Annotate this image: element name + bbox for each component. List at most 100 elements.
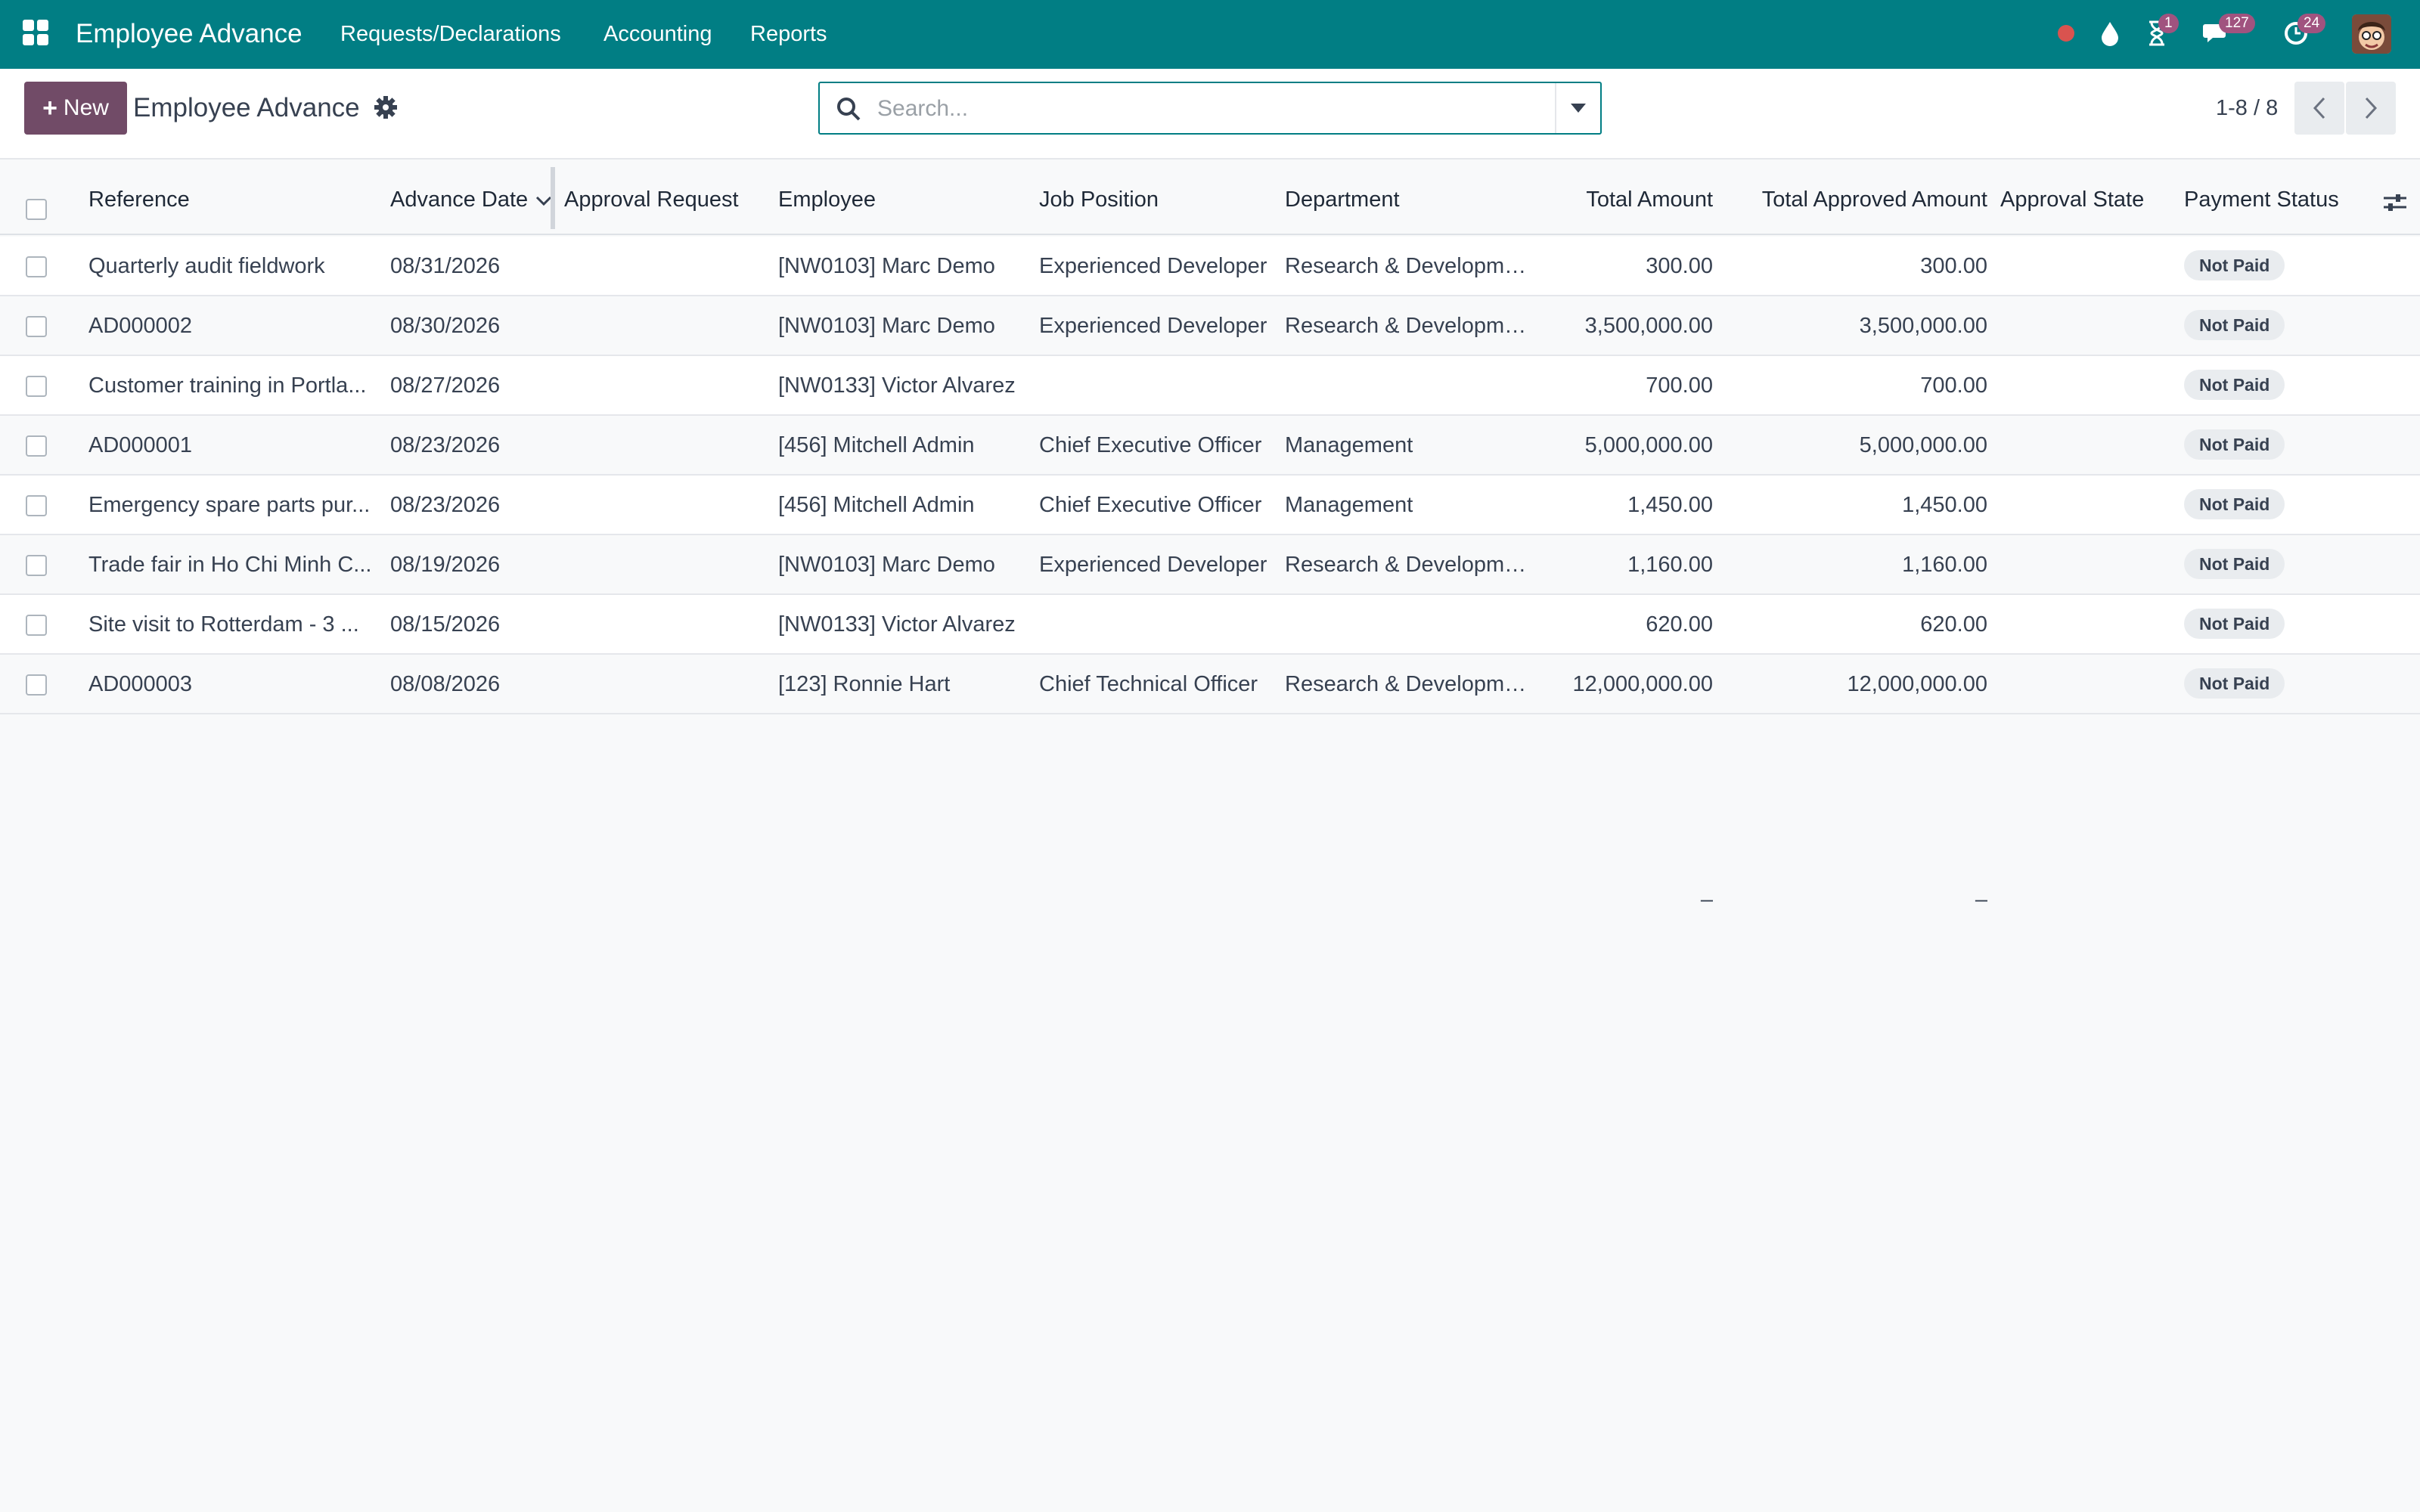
sort-chevron-down-icon bbox=[536, 196, 552, 206]
cell-employee: [NW0103] Marc Demo bbox=[778, 254, 995, 278]
cell-job-position: Chief Executive Officer bbox=[1039, 433, 1262, 457]
payment-status-badge: Not Paid bbox=[2184, 549, 2285, 579]
pager-value[interactable]: 1-8 / 8 bbox=[2216, 94, 2278, 122]
column-header-reference[interactable]: Reference bbox=[88, 185, 190, 214]
cell-reference: Customer training in Portla... bbox=[88, 373, 367, 398]
row-checkbox[interactable] bbox=[26, 495, 47, 516]
cell-department: Research & Development bbox=[1285, 553, 1534, 577]
cell-reference: Site visit to Rotterdam - 3 ... bbox=[88, 612, 359, 637]
cell-department: Management bbox=[1285, 433, 1413, 457]
cell-employee: [NW0103] Marc Demo bbox=[778, 553, 995, 577]
recording-dot-icon[interactable] bbox=[2051, 18, 2081, 48]
cell-advance-date: 08/23/2026 bbox=[390, 433, 501, 457]
payment-status-badge: Not Paid bbox=[2184, 250, 2285, 280]
table-row[interactable]: Trade fair in Ho Chi Minh C... 08/19/2026… bbox=[0, 535, 2420, 595]
table-row[interactable]: Emergency spare parts pur... 08/23/2026 [4… bbox=[0, 476, 2420, 535]
cell-advance-date: 08/08/2026 bbox=[390, 672, 501, 696]
column-header-employee[interactable]: Employee bbox=[778, 185, 876, 214]
cell-advance-date: 08/30/2026 bbox=[390, 314, 501, 338]
new-button[interactable]: + New bbox=[24, 82, 127, 135]
payment-status-badge: Not Paid bbox=[2184, 429, 2285, 460]
pager-next-button[interactable] bbox=[2346, 82, 2396, 135]
cell-advance-date: 08/15/2026 bbox=[390, 612, 501, 637]
column-header-job-position[interactable]: Job Position bbox=[1039, 185, 1159, 214]
payment-status-badge: Not Paid bbox=[2184, 489, 2285, 519]
cell-department: Research & Development bbox=[1285, 314, 1534, 338]
drop-icon[interactable] bbox=[2095, 18, 2125, 48]
cell-reference: AD000001 bbox=[88, 433, 193, 457]
search-icon bbox=[835, 95, 862, 122]
column-header-advance-date[interactable]: Advance Date bbox=[390, 185, 552, 214]
new-button-label: New bbox=[63, 95, 109, 120]
table-row[interactable]: AD000002 08/30/2026 [NW0103] Marc Demo Expe… bbox=[0, 296, 2420, 356]
search-bar bbox=[818, 82, 1602, 135]
column-header-approval-request[interactable]: Approval Request bbox=[564, 185, 739, 214]
row-checkbox[interactable] bbox=[26, 376, 47, 397]
cell-advance-date: 08/31/2026 bbox=[390, 254, 501, 278]
cell-total-approved-amount: 12,000,000.00 bbox=[1847, 672, 1987, 696]
cell-reference: Quarterly audit fieldwork bbox=[88, 254, 325, 278]
column-header-total-amount[interactable]: Total Amount bbox=[1497, 185, 1713, 214]
plus-icon: + bbox=[42, 93, 57, 122]
caret-down-icon bbox=[1571, 104, 1586, 113]
pager-previous-button[interactable] bbox=[2294, 82, 2344, 135]
table-row[interactable]: Customer training in Portla... 08/27/2026… bbox=[0, 356, 2420, 416]
cell-total-approved-amount: 5,000,000.00 bbox=[1859, 433, 1987, 457]
column-header-approval-state[interactable]: Approval State bbox=[2000, 185, 2144, 214]
cell-reference: Trade fair in Ho Chi Minh C... bbox=[88, 553, 372, 577]
cell-total-amount: 300.00 bbox=[1646, 254, 1713, 278]
cell-total-amount: 5,000,000.00 bbox=[1584, 433, 1713, 457]
updates-clock-icon[interactable]: 24 bbox=[2281, 14, 2326, 48]
table-row[interactable]: Quarterly audit fieldwork 08/31/2026 [NW01… bbox=[0, 237, 2420, 296]
cell-total-amount: 12,000,000.00 bbox=[1572, 672, 1713, 696]
cell-employee: [NW0133] Victor Alvarez bbox=[778, 373, 1016, 398]
top-navbar: Employee Advance Requests/Declarations A… bbox=[0, 0, 2420, 69]
cell-total-approved-amount: 1,160.00 bbox=[1902, 553, 1987, 577]
select-all-checkbox[interactable] bbox=[26, 199, 47, 220]
cell-total-amount: 1,160.00 bbox=[1627, 553, 1713, 577]
cell-total-amount: 3,500,000.00 bbox=[1584, 314, 1713, 338]
payment-status-badge: Not Paid bbox=[2184, 370, 2285, 400]
table-row[interactable]: AD000003 08/08/2026 [123] Ronnie Hart Chief… bbox=[0, 655, 2420, 714]
footer-total-approved-amount: – bbox=[1975, 888, 1987, 912]
table-row[interactable]: Site visit to Rotterdam - 3 ... 08/15/202… bbox=[0, 595, 2420, 655]
messages-badge: 127 bbox=[2219, 14, 2255, 33]
row-checkbox[interactable] bbox=[26, 316, 47, 337]
gear-icon[interactable] bbox=[374, 95, 398, 119]
column-resize-handle[interactable] bbox=[551, 167, 555, 229]
apps-menu-icon[interactable] bbox=[23, 20, 48, 45]
search-options-toggle[interactable] bbox=[1555, 83, 1600, 133]
row-checkbox[interactable] bbox=[26, 256, 47, 277]
payment-status-badge: Not Paid bbox=[2184, 310, 2285, 340]
row-checkbox[interactable] bbox=[26, 435, 47, 457]
row-checkbox[interactable] bbox=[26, 674, 47, 696]
menu-reports[interactable]: Reports bbox=[750, 20, 827, 48]
menu-accounting[interactable]: Accounting bbox=[603, 20, 712, 48]
cell-department: Research & Development bbox=[1285, 672, 1534, 696]
cell-job-position: Experienced Developer bbox=[1039, 314, 1267, 338]
column-header-department[interactable]: Department bbox=[1285, 185, 1400, 214]
optional-columns-sliders-icon[interactable] bbox=[2382, 191, 2408, 214]
app-title[interactable]: Employee Advance bbox=[76, 17, 302, 51]
activity-hourglass-icon[interactable]: 1 bbox=[2142, 14, 2179, 48]
table-row[interactable]: AD000001 08/23/2026 [456] Mitchell Admin Ch… bbox=[0, 416, 2420, 476]
cell-reference: Emergency spare parts pur... bbox=[88, 493, 371, 517]
cell-job-position: Chief Executive Officer bbox=[1039, 493, 1262, 517]
cell-total-approved-amount: 700.00 bbox=[1920, 373, 1987, 398]
cell-job-position: Chief Technical Officer bbox=[1039, 672, 1258, 696]
messages-chat-icon[interactable]: 127 bbox=[2202, 14, 2255, 48]
footer-total-amount: – bbox=[1700, 888, 1713, 912]
payment-status-badge: Not Paid bbox=[2184, 609, 2285, 639]
cell-advance-date: 08/27/2026 bbox=[390, 373, 501, 398]
column-header-payment-status[interactable]: Payment Status bbox=[2184, 185, 2339, 214]
cell-advance-date: 08/19/2026 bbox=[390, 553, 501, 577]
column-header-total-approved-amount[interactable]: Total Approved Amount bbox=[1732, 185, 1987, 214]
row-checkbox[interactable] bbox=[26, 615, 47, 636]
row-checkbox[interactable] bbox=[26, 555, 47, 576]
cell-department: Research & Development bbox=[1285, 254, 1534, 278]
menu-requests-declarations[interactable]: Requests/Declarations bbox=[340, 20, 561, 48]
table-header: Reference Advance Date Approval Request … bbox=[0, 161, 2420, 235]
search-input[interactable] bbox=[876, 92, 1541, 125]
user-avatar[interactable] bbox=[2352, 14, 2391, 54]
column-header-advance-date-label: Advance Date bbox=[390, 187, 529, 212]
